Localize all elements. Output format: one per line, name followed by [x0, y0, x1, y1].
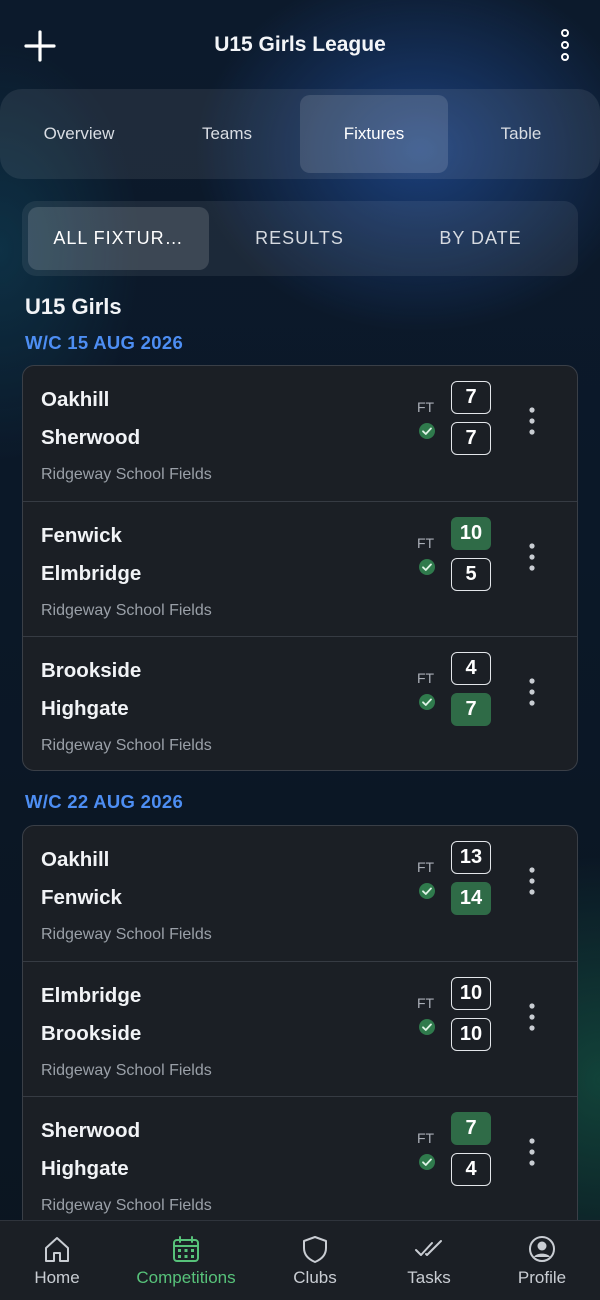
fixtures-card: Oakhill Sherwood Ridgeway School Fields FT 7…	[22, 365, 578, 771]
home-icon	[45, 1237, 69, 1262]
shield-icon	[303, 1236, 327, 1263]
check-circle-icon	[419, 694, 435, 710]
away-score: 5	[451, 558, 491, 591]
check-circle-icon	[419, 423, 435, 439]
home-team: Oakhill	[41, 848, 110, 871]
more-vertical-icon[interactable]	[522, 404, 542, 438]
fixture-filter-segment: ALL FIXTUR… RESULTS BY DATE	[22, 201, 578, 276]
home-score: 10	[451, 517, 491, 550]
away-team: Fenwick	[41, 886, 122, 909]
fixture-row[interactable]: Sherwood Highgate Ridgeway School Fields FT…	[23, 1096, 577, 1231]
away-team: Highgate	[41, 1157, 129, 1180]
home-score: 7	[451, 1112, 491, 1145]
tab-table[interactable]: Table	[447, 95, 595, 173]
nav-label: Home	[34, 1268, 80, 1287]
away-score: 7	[451, 422, 491, 455]
venue: Ridgeway School Fields	[41, 926, 212, 943]
nav-label: Tasks	[407, 1268, 451, 1287]
match-status: FT	[417, 535, 435, 551]
segment-results[interactable]: RESULTS	[209, 207, 390, 270]
fixture-row[interactable]: Oakhill Sherwood Ridgeway School Fields FT 7…	[23, 366, 577, 501]
away-score: 4	[451, 1153, 491, 1186]
match-status: FT	[417, 1130, 435, 1146]
home-score: 7	[451, 381, 491, 414]
fixtures-card: Oakhill Fenwick Ridgeway School Fields FT 13…	[22, 825, 578, 1245]
away-team: Brookside	[41, 1022, 142, 1045]
tab-fixtures[interactable]: Fixtures	[300, 95, 448, 173]
away-score: 10	[451, 1018, 491, 1051]
venue: Ridgeway School Fields	[41, 1062, 212, 1079]
home-team: Elmbridge	[41, 984, 142, 1007]
more-vertical-icon[interactable]	[522, 675, 542, 709]
competition-tabs: Overview Teams Fixtures Table	[0, 89, 600, 179]
more-vertical-icon[interactable]	[552, 26, 578, 64]
match-status: FT	[417, 670, 435, 686]
away-team: Sherwood	[41, 426, 141, 449]
nav-label: Profile	[517, 1268, 567, 1287]
double-check-icon	[415, 1240, 442, 1256]
page-title: U15 Girls League	[214, 33, 386, 56]
tab-teams[interactable]: Teams	[153, 95, 301, 173]
home-score: 13	[451, 841, 491, 874]
week-label: W/C 15 AUG 2026	[25, 332, 184, 353]
check-circle-icon	[419, 559, 435, 575]
home-team: Brookside	[41, 659, 142, 682]
group-title: U15 Girls	[25, 294, 122, 319]
more-vertical-icon[interactable]	[522, 1135, 542, 1169]
check-circle-icon	[419, 883, 435, 899]
tab-overview[interactable]: Overview	[5, 95, 153, 173]
nav-label: Competitions	[136, 1268, 236, 1287]
nav-competitions[interactable]: Competitions	[121, 1221, 251, 1300]
check-circle-icon	[419, 1154, 435, 1170]
check-circle-icon	[419, 1019, 435, 1035]
app-header: U15 Girls League	[0, 0, 600, 90]
away-score: 7	[451, 693, 491, 726]
segment-all-fixtures[interactable]: ALL FIXTUR…	[28, 207, 209, 270]
more-vertical-icon[interactable]	[522, 1000, 542, 1034]
nav-home[interactable]: Home	[15, 1221, 99, 1300]
fixture-row[interactable]: Fenwick Elmbridge Ridgeway School Fields FT…	[23, 501, 577, 636]
home-score: 10	[451, 977, 491, 1010]
nav-label: Clubs	[293, 1268, 337, 1287]
segment-by-date[interactable]: BY DATE	[390, 207, 571, 270]
calendar-icon	[173, 1236, 199, 1262]
more-vertical-icon[interactable]	[522, 540, 542, 574]
home-score: 4	[451, 652, 491, 685]
nav-profile[interactable]: Profile	[500, 1221, 584, 1300]
away-score: 14	[451, 882, 491, 915]
week-label: W/C 22 AUG 2026	[25, 791, 184, 812]
home-team: Oakhill	[41, 388, 110, 411]
venue: Ridgeway School Fields	[41, 602, 212, 619]
fixture-row[interactable]: Oakhill Fenwick Ridgeway School Fields FT 13…	[23, 826, 577, 961]
profile-icon	[529, 1236, 555, 1262]
home-team: Fenwick	[41, 524, 122, 547]
fixture-row[interactable]: Elmbridge Brookside Ridgeway School Fields…	[23, 961, 577, 1096]
match-status: FT	[417, 859, 435, 875]
venue: Ridgeway School Fields	[41, 737, 212, 754]
away-team: Elmbridge	[41, 562, 142, 585]
match-status: FT	[417, 399, 435, 415]
nav-tasks[interactable]: Tasks	[387, 1221, 471, 1300]
fixture-row[interactable]: Brookside Highgate Ridgeway School Fields F…	[23, 636, 577, 770]
more-vertical-icon[interactable]	[522, 864, 542, 898]
match-status: FT	[417, 995, 435, 1011]
home-team: Sherwood	[41, 1119, 141, 1142]
away-team: Highgate	[41, 697, 129, 720]
venue: Ridgeway School Fields	[41, 1197, 212, 1214]
venue: Ridgeway School Fields	[41, 466, 212, 483]
nav-clubs[interactable]: Clubs	[272, 1221, 358, 1300]
bottom-nav: Home Competitions Clubs Tasks Profile	[0, 1220, 600, 1300]
